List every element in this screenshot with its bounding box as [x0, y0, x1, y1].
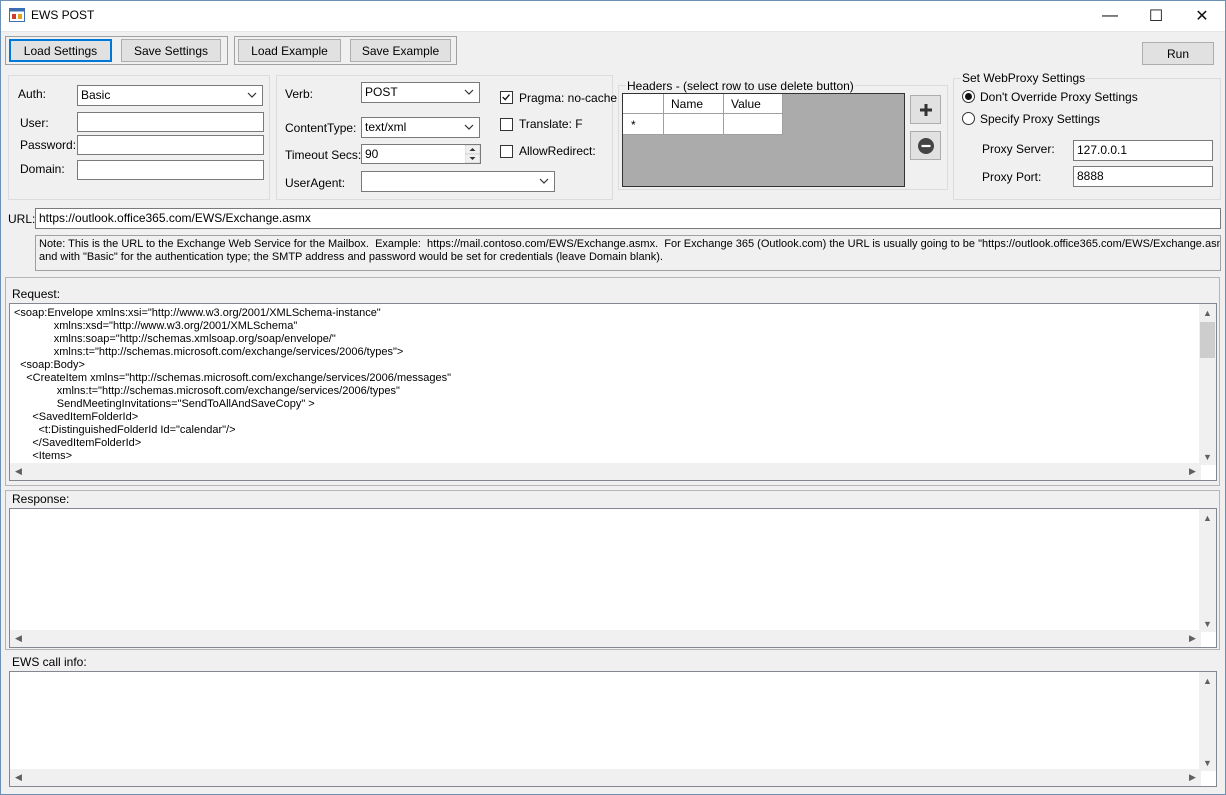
user-agent-select[interactable] [361, 171, 555, 192]
domain-label: Domain: [20, 162, 65, 176]
response-vertical-scrollbar[interactable]: ▲ ▼ [1199, 509, 1216, 632]
user-agent-label: UserAgent: [285, 176, 346, 190]
scroll-left-icon[interactable]: ◀ [10, 463, 27, 480]
delete-header-button[interactable] [910, 131, 941, 160]
load-settings-button[interactable]: Load Settings [9, 39, 112, 62]
user-input[interactable] [77, 112, 264, 132]
verb-label: Verb: [285, 87, 314, 101]
password-label: Password: [20, 138, 77, 152]
stepper-arrows-icon[interactable] [465, 145, 480, 163]
timeout-stepper[interactable]: 90 [361, 144, 481, 164]
proxy-port-input[interactable]: 8888 [1073, 166, 1213, 187]
pragma-no-cache-checkbox[interactable] [500, 91, 513, 104]
auth-label: Auth: [18, 87, 47, 101]
chevron-down-icon [247, 92, 257, 98]
scroll-down-icon[interactable]: ▼ [1199, 448, 1216, 465]
url-input[interactable]: https://outlook.office365.com/EWS/Exchan… [35, 208, 1221, 229]
chevron-down-icon [464, 124, 474, 130]
allow-redirect-label: AllowRedirect: [519, 144, 596, 158]
new-row-name-cell[interactable] [664, 114, 724, 135]
header-column-name[interactable]: Name [664, 94, 724, 114]
call-info-vertical-scrollbar[interactable]: ▲ ▼ [1199, 672, 1216, 771]
scroll-right-icon[interactable]: ▶ [1184, 463, 1201, 480]
chevron-down-icon [539, 178, 549, 184]
response-body-textarea[interactable]: ▲ ▼ ◀ ▶ [9, 508, 1217, 648]
verb-value: POST [365, 85, 398, 99]
translate-f-label: Translate: F [519, 117, 583, 131]
scroll-left-icon[interactable]: ◀ [10, 769, 27, 786]
response-horizontal-scrollbar[interactable]: ◀ ▶ [10, 630, 1201, 647]
headers-grid[interactable]: Name Value * [622, 93, 905, 187]
dont-override-proxy-label: Don't Override Proxy Settings [980, 90, 1138, 104]
window-title: EWS POST [31, 8, 95, 22]
call-info-text [10, 672, 1216, 678]
request-label: Request: [12, 287, 61, 301]
response-label: Response: [12, 492, 70, 506]
scroll-up-icon[interactable]: ▲ [1199, 672, 1216, 689]
domain-input[interactable] [77, 160, 264, 180]
scroll-down-icon[interactable]: ▼ [1199, 615, 1216, 632]
password-input[interactable] [77, 135, 264, 155]
translate-f-checkbox[interactable] [500, 118, 513, 131]
proxy-title: Set WebProxy Settings [961, 71, 1087, 85]
load-example-button[interactable]: Load Example [238, 39, 341, 62]
proxy-server-label: Proxy Server: [982, 142, 1055, 156]
close-icon: ✕ [1195, 7, 1209, 25]
scroll-left-icon[interactable]: ◀ [10, 630, 27, 647]
call-info-horizontal-scrollbar[interactable]: ◀ ▶ [10, 769, 1201, 786]
scroll-right-icon[interactable]: ▶ [1184, 769, 1201, 786]
minimize-button[interactable]: — [1087, 0, 1133, 31]
add-header-button[interactable] [910, 95, 941, 124]
specify-proxy-label: Specify Proxy Settings [980, 112, 1101, 126]
verb-select[interactable]: POST [361, 82, 480, 103]
run-button[interactable]: Run [1142, 42, 1214, 65]
content-type-label: ContentType: [285, 121, 357, 135]
call-info-label: EWS call info: [12, 655, 87, 669]
close-window-button[interactable]: ✕ [1179, 0, 1225, 31]
checkmark-icon [502, 94, 510, 101]
scroll-right-icon[interactable]: ▶ [1184, 630, 1201, 647]
minus-circle-icon [917, 137, 934, 154]
response-body-text [10, 509, 1216, 515]
timeout-label: Timeout Secs: [285, 148, 362, 162]
proxy-server-input[interactable]: 127.0.0.1 [1073, 140, 1213, 161]
maximize-icon: ☐ [1148, 7, 1164, 25]
title-bar [0, 0, 1226, 32]
new-row-marker[interactable]: * [623, 114, 664, 135]
headers-title: Headers - (select row to use delete butt… [626, 79, 855, 93]
request-body-textarea[interactable]: <soap:Envelope xmlns:xsi="http://www.w3.… [9, 303, 1217, 481]
plus-icon [919, 103, 932, 116]
request-vertical-scrollbar[interactable]: ▲ ▼ [1199, 304, 1216, 465]
chevron-down-icon [464, 89, 474, 95]
app-window-icon [9, 8, 25, 22]
proxy-port-label: Proxy Port: [982, 170, 1042, 184]
specify-proxy-radio[interactable] [962, 112, 975, 125]
auth-type-select[interactable]: Basic [77, 85, 263, 106]
minimize-icon: — [1102, 6, 1118, 24]
auth-type-value: Basic [81, 88, 111, 102]
content-type-value: text/xml [365, 120, 407, 134]
request-horizontal-scrollbar[interactable]: ◀ ▶ [10, 463, 1201, 480]
url-note: Note: This is the URL to the Exchange We… [35, 235, 1221, 271]
dont-override-proxy-radio[interactable] [962, 90, 975, 103]
save-settings-button[interactable]: Save Settings [121, 39, 221, 62]
request-scroll-thumb[interactable] [1200, 322, 1215, 358]
pragma-no-cache-label: Pragma: no-cache [519, 91, 618, 105]
user-label: User: [20, 116, 49, 130]
call-info-textarea[interactable]: ▲ ▼ ◀ ▶ [9, 671, 1217, 787]
header-column-value[interactable]: Value [724, 94, 783, 114]
scroll-up-icon[interactable]: ▲ [1199, 509, 1216, 526]
url-label: URL: [8, 212, 36, 226]
request-body-text: <soap:Envelope xmlns:xsi="http://www.w3.… [14, 307, 451, 462]
save-example-button[interactable]: Save Example [350, 39, 451, 62]
allow-redirect-checkbox[interactable] [500, 145, 513, 158]
grid-corner-cell[interactable] [623, 94, 664, 114]
scroll-down-icon[interactable]: ▼ [1199, 754, 1216, 771]
maximize-button[interactable]: ☐ [1133, 0, 1179, 31]
scroll-up-icon[interactable]: ▲ [1199, 304, 1216, 321]
content-type-select[interactable]: text/xml [361, 117, 480, 138]
new-row-value-cell[interactable] [724, 114, 783, 135]
timeout-value: 90 [365, 147, 379, 161]
